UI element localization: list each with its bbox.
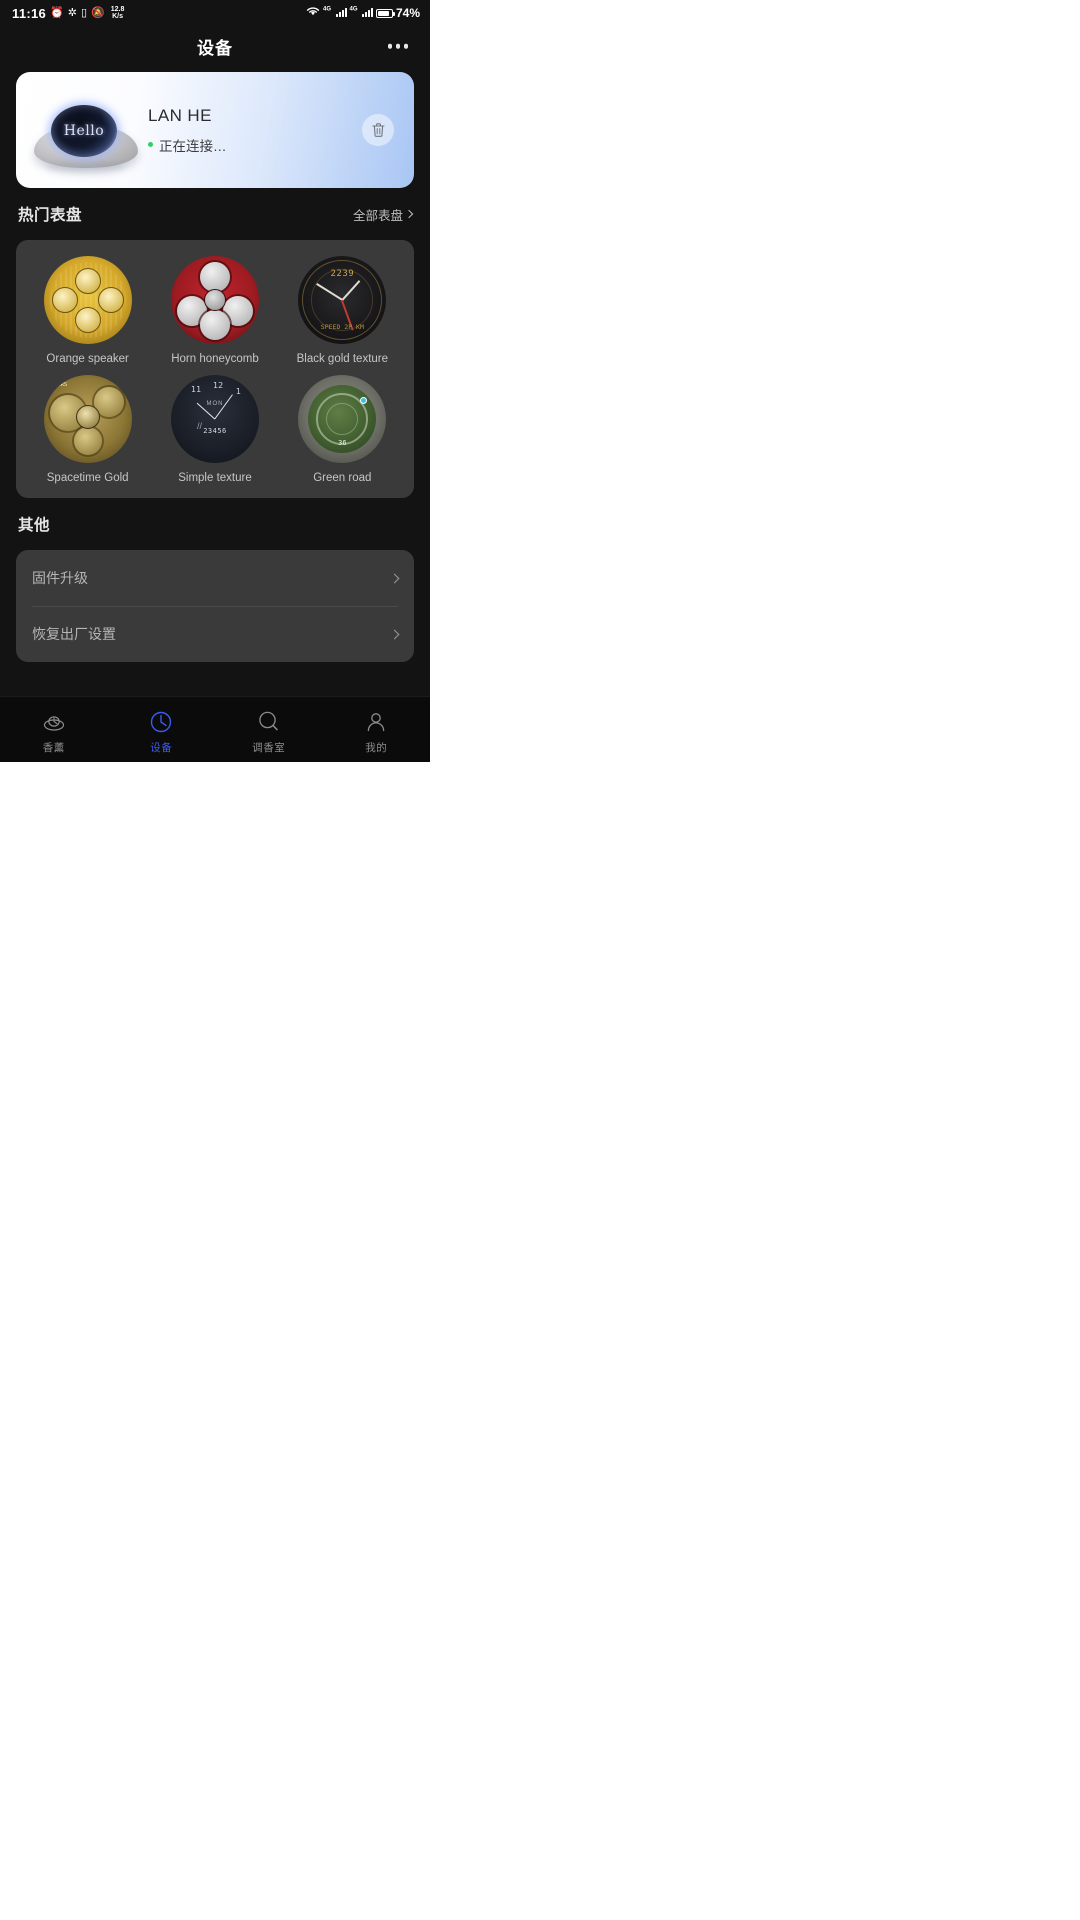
sim2-indicator: 4G [350,4,373,22]
alarm-icon: ⏰ [50,6,64,19]
chevron-right-icon [389,573,400,583]
settings-row-label: 固件升级 [32,570,88,586]
watchface-item[interactable]: Horn honeycomb [151,256,278,365]
watchface-thumbnail: 11 12 1 MON // 23456 [170,375,259,463]
watchface-thumbnail: GEARS [43,375,132,463]
tab-device[interactable]: 设备 [108,705,216,755]
watchface-art-text: 36 [338,439,347,447]
watchface-art-slash: // [196,421,202,431]
watchface-thumbnail [43,256,132,344]
watchface-label: Spacetime Gold [46,472,129,484]
watchface-label: Black gold texture [296,353,389,365]
sim1-indicator: 4G [323,4,347,22]
watchface-art-text: GEARS [50,382,68,388]
watchface-label: Orange speaker [46,353,129,365]
watchface-item[interactable]: Orange speaker [24,256,151,365]
watchface-thumbnail [170,256,259,344]
watchface-art-text: MON [206,401,224,407]
watchface-art-text: 2239 [330,269,355,279]
aroma-diffuser-icon [41,709,67,735]
tab-label: 设备 [150,741,173,754]
watchface-item[interactable]: GEARS Spacetime Gold [24,375,151,484]
watchface-item[interactable]: 2239 SPEED 2P KM Black gold texture [279,256,406,365]
search-magnifier-icon [256,709,282,735]
bottom-tab-bar: 香薰 设备 调香室 我的 [0,696,430,762]
device-status-text: 正在连接… [159,138,227,154]
tab-label: 调香室 [252,741,286,754]
status-bar-right: 4G 4G 74% [306,0,420,26]
other-section-header: 其他 [0,498,430,550]
phone-screen: 11:16 ⏰ ✲ ▯ 🔕 12.8 K/s 4G 4G 74% 设备 Hell… [0,0,430,762]
watchface-art-text: SPEED 2P KM [320,323,364,331]
watchfaces-grid: Orange speaker Horn honeycomb 2239 SPEED… [16,240,414,498]
clock-device-icon [148,709,174,735]
watchface-label: Simple texture [178,472,252,484]
status-time: 11:16 [12,5,47,21]
status-bar-left: 11:16 ⏰ ✲ ▯ 🔕 12.8 K/s [12,6,124,21]
other-settings-list: 固件升级 恢复出厂设置 [16,550,414,662]
tab-label: 我的 [365,741,388,754]
watchface-thumbnail: 36 [298,375,387,463]
page-title: 设备 [197,38,233,58]
status-dot [148,142,153,147]
mute-bell-icon: 🔕 [91,6,105,19]
watchface-label: Green road [313,472,372,484]
battery-percent: 74% [395,6,420,20]
network-speed-value: 12.8 [110,6,125,13]
watchface-item[interactable]: 11 12 1 MON // 23456 Simple texture [151,375,278,484]
status-bar: 11:16 ⏰ ✲ ▯ 🔕 12.8 K/s 4G 4G 74% [0,0,430,26]
watchface-thumbnail: 2239 SPEED 2P KM [298,256,387,344]
vibrate-icon: ▯ [80,6,88,19]
chevron-right-icon [389,629,400,639]
signal-bars-1 [335,7,347,17]
watchface-art-text: 11 [190,385,202,394]
chevron-right-icon [404,209,414,219]
watchface-art-text: 23456 [203,427,227,435]
watchface-art-text: 1 [235,387,241,396]
other-title: 其他 [18,517,51,534]
tab-profile[interactable]: 我的 [323,705,431,755]
signal-bars-2 [361,7,373,17]
settings-row-label: 恢复出厂设置 [32,626,116,642]
person-profile-icon [363,709,389,735]
settings-row-firmware-upgrade[interactable]: 固件升级 [16,550,414,606]
device-card[interactable]: Hello LAN HE 正在连接… [16,72,414,188]
watchfaces-section-header: 热门表盘 全部表盘 [0,188,430,240]
tab-label: 香薰 [42,741,65,754]
more-horizontal-icon[interactable] [386,38,411,55]
all-watchfaces-link[interactable]: 全部表盘 [352,205,414,224]
watchfaces-title: 热门表盘 [18,207,83,224]
trash-icon[interactable] [362,114,394,146]
network-speed-unit: K/s [112,13,123,20]
watchface-item[interactable]: 36 Green road [279,375,406,484]
settings-row-factory-reset[interactable]: 恢复出厂设置 [16,606,414,662]
device-image: Hello [16,72,146,188]
wifi-icon [306,4,320,22]
watchface-label: Horn honeycomb [171,353,259,365]
diffuser-dome-shape: Hello [51,105,117,157]
tab-perfume-room[interactable]: 调香室 [215,705,323,755]
network-speed: 12.8 K/s [111,6,125,20]
title-bar: 设备 [0,26,430,66]
battery-icon [375,8,395,18]
all-watchfaces-label: 全部表盘 [352,208,403,223]
watchface-art-text: 12 [212,381,224,390]
device-image-text: Hello [63,123,105,139]
bluetooth-icon: ✲ [67,6,77,19]
tab-aroma[interactable]: 香薰 [0,705,108,755]
